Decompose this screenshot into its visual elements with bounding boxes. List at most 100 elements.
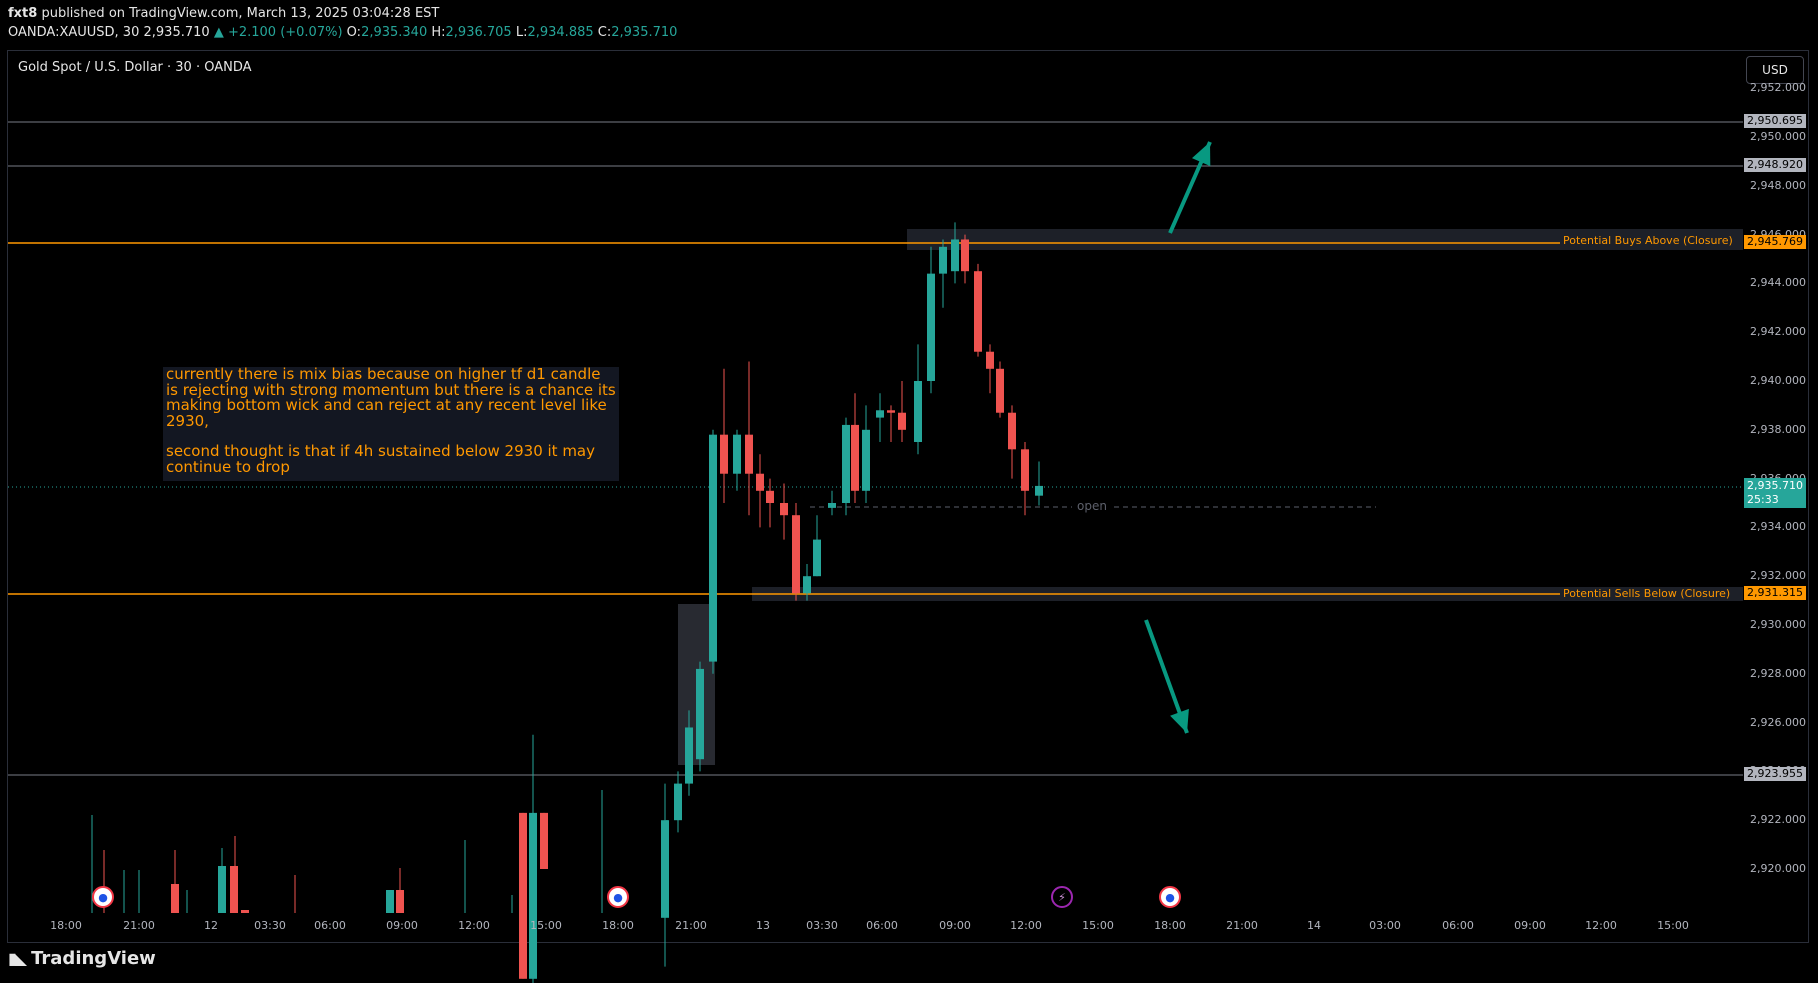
candle-body <box>951 239 959 272</box>
candle-body <box>1008 412 1016 450</box>
candle-body <box>529 812 537 979</box>
candle-body <box>540 812 548 869</box>
chart-legend: Gold Spot / U.S. Dollar · 30 · OANDA <box>18 60 252 75</box>
candle-body <box>876 410 884 418</box>
price-axis-tick: 2,930.000 <box>1750 618 1806 631</box>
time-axis-tick: 13 <box>756 919 770 932</box>
open-line-label: open <box>1077 499 1107 513</box>
text-note[interactable]: currently there is mix bias because on h… <box>163 365 619 481</box>
time-axis-tick: 03:00 <box>1369 919 1401 932</box>
time-axis-tick: 12:00 <box>458 919 490 932</box>
price-axis-tick: 2,934.000 <box>1750 520 1806 534</box>
small-candle-body <box>230 866 238 913</box>
price-axis-tick: 2,926.000 <box>1750 715 1806 729</box>
buys-level-label: Potential Buys Above (Closure) <box>1563 234 1733 247</box>
us-flag-event-icon[interactable]: ● <box>1159 886 1181 908</box>
note-paragraph-1: currently there is mix bias because on h… <box>166 365 616 430</box>
price-axis-tick: 2,942.000 <box>1750 325 1806 339</box>
us-flag-event-icon[interactable]: ● <box>607 886 629 908</box>
time-axis-tick: 09:00 <box>386 919 418 932</box>
price-axis-tick: 2,952.000 <box>1750 81 1806 95</box>
price-tag-buys: 2,945.769 <box>1744 235 1806 249</box>
note-paragraph-2: second thought is that if 4h sustained b… <box>166 442 596 476</box>
candle-body <box>1035 485 1043 496</box>
price-axis-tick: 2,950.000 <box>1750 130 1806 143</box>
candle-body <box>828 503 836 508</box>
time-axis-tick: 18:00 <box>1154 919 1186 932</box>
candle-body <box>745 434 753 474</box>
lightning-event-icon[interactable]: ⚡ <box>1051 886 1073 908</box>
time-axis-tick: 03:30 <box>806 919 838 932</box>
candle-body <box>986 351 994 369</box>
small-candle-body <box>171 884 179 913</box>
time-axis-tick: 21:00 <box>123 919 155 932</box>
price-axis-tick: 2,928.000 <box>1750 666 1806 680</box>
time-axis-tick: 09:00 <box>939 919 971 932</box>
candle-body <box>1021 449 1029 491</box>
us-flag-event-icon[interactable]: ● <box>92 886 114 908</box>
price-tag-upper-2: 2,948.920 <box>1744 158 1806 172</box>
candle-body <box>898 412 906 430</box>
tradingview-logo-icon: ▮◣ <box>8 949 27 968</box>
candle-body <box>792 515 800 594</box>
candle-body <box>862 429 870 491</box>
candle-body <box>674 783 682 821</box>
time-axis-tick: 12:00 <box>1585 919 1617 932</box>
candle-body <box>733 434 741 474</box>
candle-body <box>842 424 850 503</box>
price-tag-sells: 2,931.315 <box>1744 586 1806 600</box>
price-axis-tick: 2,932.000 <box>1750 569 1806 583</box>
candle-body <box>813 539 821 577</box>
tradingview-wordmark: TradingView <box>31 948 156 969</box>
time-axis-tick: 12 <box>204 919 218 932</box>
price-axis-tick: 2,948.000 <box>1750 178 1806 192</box>
price-axis-tick: 2,940.000 <box>1750 374 1806 387</box>
price-axis-tick: 2,944.000 <box>1750 276 1806 290</box>
time-axis-tick: 15:00 <box>1082 919 1114 932</box>
candle-body <box>996 368 1004 413</box>
time-axis-tick: 06:00 <box>866 919 898 932</box>
time-axis-tick: 21:00 <box>1226 919 1258 932</box>
candle-body <box>709 434 717 662</box>
candle-body <box>939 246 947 274</box>
tradingview-logo[interactable]: ▮◣ TradingView <box>8 948 156 969</box>
small-candle-body <box>396 890 404 913</box>
small-candle-body <box>241 910 249 913</box>
time-axis-tick: 12:00 <box>1010 919 1042 932</box>
price-axis-tick: 2,938.000 <box>1750 422 1806 436</box>
time-axis-tick: 18:00 <box>50 919 82 932</box>
time-axis-tick: 18:00 <box>602 919 634 932</box>
candle-body <box>780 503 788 516</box>
price-tag-upper-1: 2,950.695 <box>1744 114 1806 128</box>
time-axis-tick: 06:00 <box>314 919 346 932</box>
candle-body <box>887 410 895 413</box>
time-axis-tick: 15:00 <box>1657 919 1689 932</box>
candle-body <box>685 727 693 784</box>
time-axis-tick: 09:00 <box>1514 919 1546 932</box>
sells-level-label: Potential Sells Below (Closure) <box>1563 587 1731 600</box>
candle-body <box>803 576 811 594</box>
candle-body <box>851 424 859 491</box>
time-axis-tick: 06:00 <box>1442 919 1474 932</box>
candle-body <box>961 239 969 272</box>
currency-selector[interactable]: USD <box>1746 56 1804 84</box>
price-axis-tick: 2,920.000 <box>1750 862 1806 875</box>
candle-body <box>766 490 774 503</box>
current-price: 2,935.710 <box>1747 479 1803 492</box>
time-axis-tick: 03:30 <box>254 919 286 932</box>
time-axis-tick: 15:00 <box>530 919 562 932</box>
down-arrow-head <box>1170 708 1189 733</box>
candle-body <box>927 273 935 381</box>
candle-body <box>756 473 764 491</box>
price-chart[interactable] <box>0 0 1818 983</box>
candle-body <box>661 820 669 918</box>
bar-countdown: 25:33 <box>1747 493 1779 506</box>
price-tag-lower: 2,923.955 <box>1744 767 1806 781</box>
candle-body <box>519 812 527 979</box>
small-candle-body <box>218 866 226 913</box>
price-tag-current: 2,935.710 25:33 <box>1744 478 1806 508</box>
price-axis-tick: 2,922.000 <box>1750 813 1806 827</box>
candle-body <box>720 434 728 474</box>
small-candle-body <box>386 890 394 913</box>
time-axis-tick: 21:00 <box>675 919 707 932</box>
